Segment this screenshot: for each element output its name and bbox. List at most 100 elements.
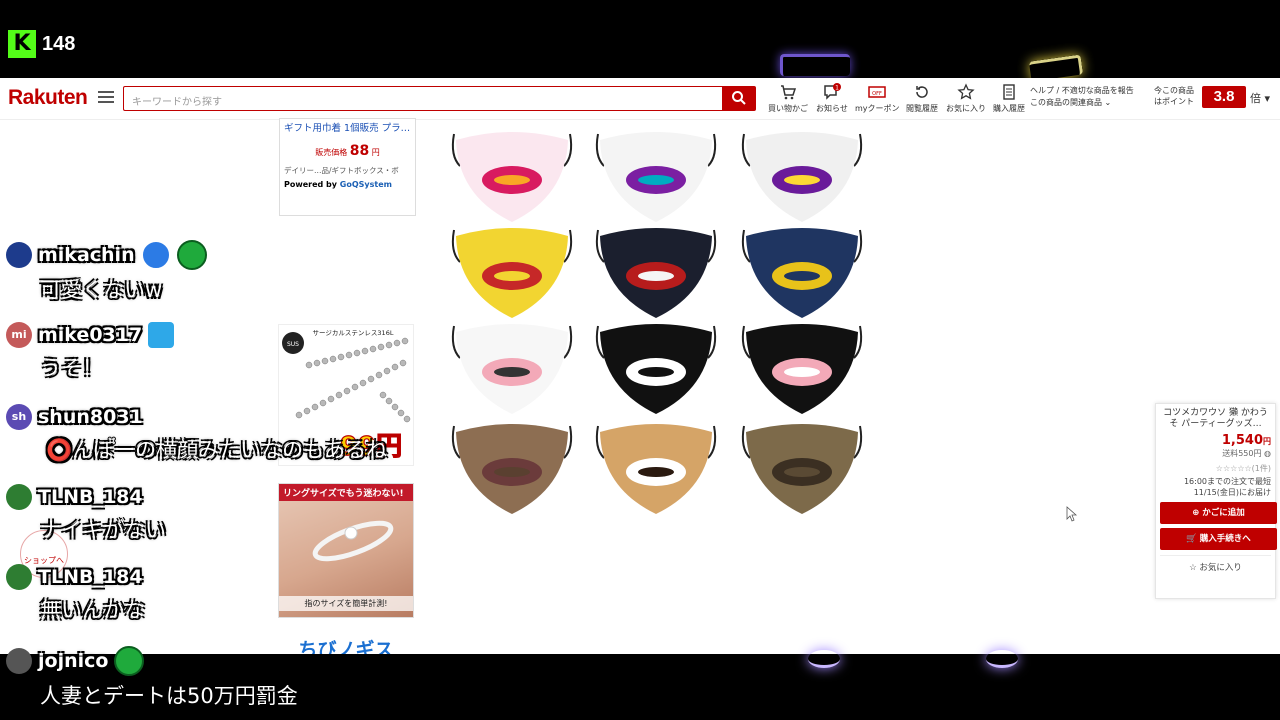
- avatar: mi: [6, 322, 32, 348]
- ring-caption: 指のサイズを簡単計測!: [279, 596, 413, 611]
- chat-message: jojnico 人妻とデートは50万円罰金: [6, 646, 298, 710]
- help-links[interactable]: ヘルプ / 不適切な商品を報告 この商品の関連商品 ⌄: [1030, 85, 1134, 109]
- chat-message: sh shun8031 ⭕んぽーの横顔みたいなのもあるね: [6, 404, 387, 464]
- chat-username: mike0317: [38, 324, 143, 346]
- chat-username: jojnico: [38, 650, 109, 672]
- browser-viewport: Rakuten キーワードから探す 買い物かご 1 お知らせ OFF myクーポ…: [0, 78, 1280, 654]
- ad-price: 88: [349, 143, 370, 159]
- purchase-history-label: 購入履歴: [993, 104, 1025, 113]
- chat-text: 可愛くないw: [40, 278, 163, 302]
- face-mask-image[interactable]: [451, 228, 573, 318]
- favorite-button[interactable]: ☆ お気に入り: [1160, 555, 1271, 573]
- face-mask-image[interactable]: [741, 324, 863, 414]
- ad-price-row: 販売価格 88 円: [284, 143, 411, 159]
- chat-text: 人妻とデートは50万円罰金: [40, 684, 298, 708]
- chat-message: TLNB_184 無いんかな: [6, 564, 145, 624]
- face-mask-image[interactable]: [741, 132, 863, 222]
- ad-ring-sizer[interactable]: リングサイズでもう迷わない! 指のサイズを簡単計測!: [278, 483, 414, 618]
- avatar: sh: [6, 404, 32, 430]
- points-line1: 今この商品: [1154, 86, 1194, 95]
- face-mask-image[interactable]: [595, 424, 717, 514]
- sparkle-badge-icon: [114, 646, 145, 676]
- face-mask-image[interactable]: [451, 324, 573, 414]
- goq-brand: GoQSystem: [339, 180, 392, 189]
- product-price: 1,540円: [1160, 433, 1271, 448]
- mask-images: [451, 132, 863, 514]
- face-mask-image[interactable]: [741, 228, 863, 318]
- cart-button[interactable]: 買い物かご: [768, 83, 808, 114]
- points-multiplier: 3.8: [1202, 86, 1246, 108]
- svg-text:OFF: OFF: [872, 91, 882, 97]
- notice-label: お知らせ: [816, 104, 848, 113]
- coupon-icon: OFF: [868, 86, 887, 98]
- face-mask-image[interactable]: [741, 424, 863, 514]
- ad-category: デイリー…品/ギフトボックス・ボ: [284, 166, 399, 175]
- chat-username: mikachin: [38, 244, 135, 266]
- face-mask-image[interactable]: [595, 324, 717, 414]
- chain-label: サージカルステンレス316L: [313, 329, 394, 337]
- svg-text:1: 1: [835, 85, 839, 92]
- price-label: 販売価格: [315, 148, 348, 157]
- svg-text:SUS: SUS: [287, 341, 299, 348]
- ad-title[interactable]: ギフト用巾着 1個販売 プラ…: [284, 121, 411, 137]
- product-summary-panel: コツメカワウソ 獺 かわうそ パーティーグッズ… 1,540円 送料550円 ◍…: [1155, 403, 1277, 599]
- notice-icon: 1: [824, 83, 841, 100]
- neon-decoration: [780, 54, 850, 76]
- points-line2: はポイント: [1154, 97, 1194, 106]
- ad-caliper[interactable]: ちびノギス: [278, 633, 414, 654]
- search-input[interactable]: キーワードから探す: [123, 86, 723, 111]
- delivery-line1: 16:00までの注文で最短: [1183, 477, 1271, 486]
- ring-image: [312, 520, 394, 562]
- receipt-icon: [1003, 84, 1015, 100]
- chat-text: ⭕んぽーの横顔みたいなのもあるね: [46, 438, 388, 462]
- face-mask-image[interactable]: [595, 132, 717, 222]
- ad-card-gift-bag[interactable]: ギフト用巾着 1個販売 プラ… 販売価格 88 円 デイリー…品/ギフトボックス…: [279, 118, 416, 216]
- chat-username: TLNB_184: [38, 566, 143, 588]
- cube-badge-icon: [148, 322, 175, 348]
- help-link[interactable]: ヘルプ / 不適切な商品を報告: [1030, 85, 1134, 97]
- chat-message: mikachin 可愛くないw: [6, 240, 207, 304]
- price-unit: 円: [371, 148, 380, 157]
- delivery-info: 16:00までの注文で最短 11/15(金日)にお届け: [1160, 476, 1271, 498]
- menu-icon[interactable]: [98, 91, 114, 105]
- chat-text: ナイキがない: [40, 518, 166, 542]
- chat-text: うそ！: [40, 356, 103, 380]
- face-mask-image[interactable]: [451, 424, 573, 514]
- caliper-title: ちびノギス: [298, 639, 394, 654]
- related-items-link[interactable]: この商品の関連商品 ⌄: [1030, 97, 1134, 109]
- chat-username: shun8031: [38, 406, 143, 428]
- chat-text: 無いんかな: [40, 598, 145, 622]
- chat-message: mi mike0317 うそ！: [6, 322, 175, 382]
- review-stars[interactable]: ☆☆☆☆☆(1件): [1160, 463, 1271, 474]
- search-button[interactable]: [722, 86, 756, 111]
- viewer-count: 148: [42, 32, 76, 55]
- viewer-badge: K 148: [8, 30, 75, 58]
- avatar: [6, 648, 32, 674]
- star-icon: [957, 83, 975, 100]
- mouse-cursor-icon: [1066, 506, 1078, 522]
- powered-by: Powered by GoQSystem: [284, 180, 411, 189]
- cart-label: 買い物かご: [768, 104, 808, 113]
- coupon-button[interactable]: OFF myクーポン: [855, 83, 900, 114]
- price-value: 1,540: [1221, 433, 1263, 448]
- cart-icon: [781, 85, 797, 100]
- points-unit[interactable]: 倍 ▾: [1250, 90, 1270, 106]
- purchase-history-button[interactable]: 購入履歴: [993, 83, 1025, 114]
- rakuten-header: Rakuten キーワードから探す 買い物かご 1 お知らせ OFF myクーポ…: [0, 78, 1280, 120]
- search-icon: [732, 91, 746, 105]
- face-mask-image[interactable]: [595, 228, 717, 318]
- add-to-cart-button[interactable]: ⊕ かごに追加: [1160, 502, 1277, 524]
- avatar: [6, 564, 32, 590]
- chat-message: TLNB_184 ナイキがない: [6, 484, 166, 544]
- price-unit: 円: [1263, 437, 1271, 446]
- favorites-button[interactable]: お気に入り: [946, 83, 986, 114]
- notice-button[interactable]: 1 お知らせ: [816, 83, 848, 114]
- face-mask-image[interactable]: [451, 132, 573, 222]
- history-button[interactable]: 閲覧履歴: [906, 83, 938, 114]
- rakuten-logo[interactable]: Rakuten: [8, 86, 88, 110]
- product-name[interactable]: コツメカワウソ 獺 かわうそ パーティーグッズ…: [1160, 408, 1271, 430]
- ring-banner: リングサイズでもう迷わない!: [279, 484, 413, 501]
- avatar: [6, 484, 32, 510]
- checkout-button[interactable]: 🛒 購入手続きへ: [1160, 528, 1277, 550]
- kick-logo: K: [8, 30, 36, 58]
